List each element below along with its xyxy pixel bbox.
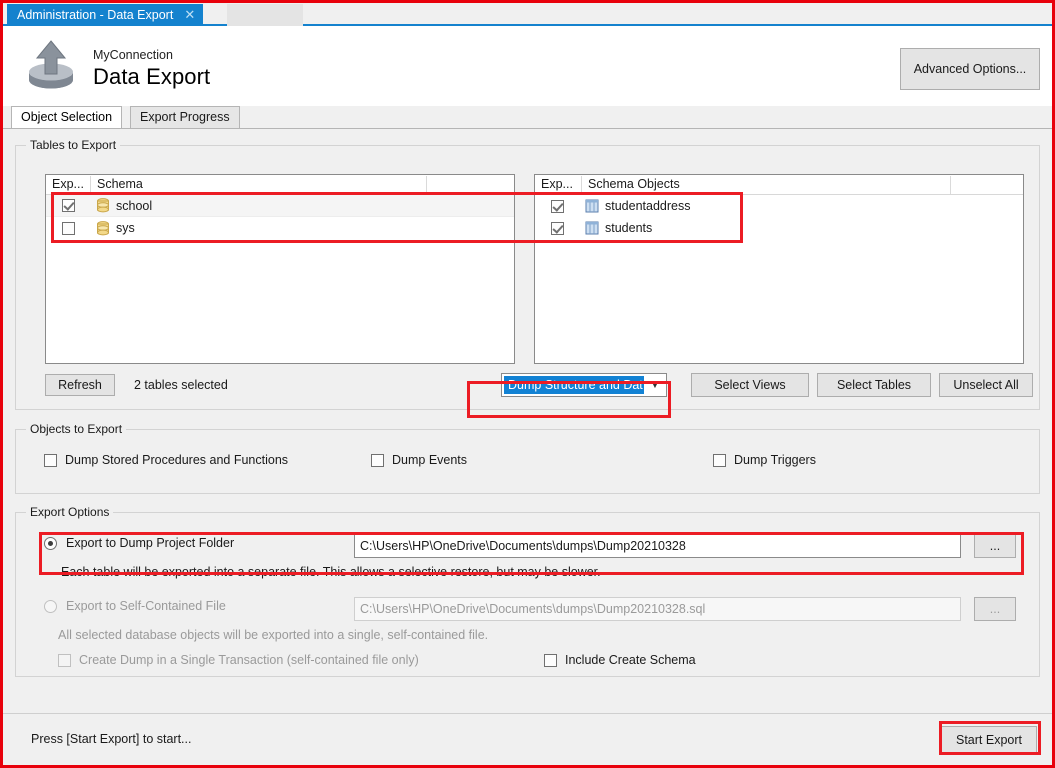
tab-object-selection[interactable]: Object Selection <box>11 106 123 128</box>
dump-type-value: Dump Structure and Dat <box>504 376 644 394</box>
editor-tab-label: Administration - Data Export <box>17 8 174 22</box>
checkbox-icon[interactable] <box>61 199 75 212</box>
self-contained-file-path-input[interactable]: C:\Users\HP\OneDrive\Documents\dumps\Dum… <box>354 597 961 621</box>
table-icon <box>579 199 605 213</box>
tab-bar: Object Selection Export Progress <box>3 106 1052 128</box>
objects-list-header: Exp... Schema Objects <box>535 175 1023 195</box>
checkbox-icon[interactable] <box>61 221 75 235</box>
export-options-group: Export Options Export to Dump Project Fo… <box>15 505 1040 677</box>
dump-events-label: Dump Events <box>392 453 468 467</box>
advanced-options-button[interactable]: Advanced Options... <box>900 48 1040 90</box>
table-icon <box>579 221 605 235</box>
editor-tab-administration-data-export[interactable]: Administration - Data Export ✕ <box>7 4 204 26</box>
object-name: studentaddress <box>605 199 691 213</box>
schema-row-checkbox-cell[interactable] <box>46 199 90 212</box>
export-to-folder-label: Export to Dump Project Folder <box>66 536 235 550</box>
database-icon <box>90 220 116 236</box>
schema-objects-list[interactable]: Exp... Schema Objects studentaddress stu… <box>534 174 1024 364</box>
objects-to-export-group: Objects to Export Dump Stored Procedures… <box>15 422 1040 494</box>
schema-list-header: Exp... Schema <box>46 175 514 195</box>
dump-folder-path-input[interactable]: C:\Users\HP\OneDrive\Documents\dumps\Dum… <box>354 534 961 558</box>
column-header-schema-objects[interactable]: Schema Objects <box>582 175 680 194</box>
single-transaction-label: Create Dump in a Single Transaction (sel… <box>79 653 419 667</box>
schema-row-checkbox-cell[interactable] <box>46 221 90 235</box>
close-icon[interactable]: ✕ <box>184 9 195 22</box>
checkbox-icon[interactable] <box>550 221 564 235</box>
unselect-all-button[interactable]: Unselect All <box>939 373 1033 397</box>
object-selection-panel: Tables to Export Exp... Schema school sy… <box>3 128 1052 713</box>
folder-option-hint: Each table will be exported into a separ… <box>61 565 601 579</box>
export-to-dump-project-folder-radio[interactable]: Export to Dump Project Folder <box>44 536 234 550</box>
column-header-export[interactable]: Exp... <box>535 175 581 194</box>
connection-name: MyConnection <box>93 48 173 62</box>
editor-tabstrip: Administration - Data Export ✕ <box>3 3 1052 26</box>
column-header-export[interactable]: Exp... <box>46 175 90 194</box>
start-export-button[interactable]: Start Export <box>941 726 1037 754</box>
checkbox-icon[interactable] <box>58 653 71 667</box>
include-create-schema-checkbox[interactable]: Include Create Schema <box>544 653 696 667</box>
dump-type-select[interactable]: Dump Structure and Dat ▼ <box>501 373 667 397</box>
chevron-down-icon[interactable]: ▼ <box>644 380 666 390</box>
object-name: students <box>605 221 653 235</box>
data-export-upload-icon <box>23 38 79 92</box>
refresh-button[interactable]: Refresh <box>45 374 115 396</box>
checkbox-icon[interactable] <box>371 453 384 467</box>
browse-folder-button[interactable]: ... <box>974 534 1016 558</box>
selection-status-label: 2 tables selected <box>134 378 228 392</box>
select-views-button[interactable]: Select Views <box>691 373 809 397</box>
checkbox-icon[interactable] <box>44 453 57 467</box>
object-row-checkbox-cell[interactable] <box>535 221 579 235</box>
table-row[interactable]: sys <box>46 217 514 239</box>
tabstrip-empty-area <box>227 4 303 26</box>
database-icon <box>90 198 116 213</box>
checkbox-icon[interactable] <box>544 653 557 667</box>
table-row[interactable]: school <box>46 195 514 217</box>
dump-events-checkbox[interactable]: Dump Events <box>371 453 467 467</box>
export-options-legend: Export Options <box>26 505 114 519</box>
table-row[interactable]: students <box>535 217 1023 239</box>
checkbox-icon[interactable] <box>713 453 726 467</box>
schema-list[interactable]: Exp... Schema school sys <box>45 174 515 364</box>
page-title: Data Export <box>93 64 211 89</box>
schema-name: sys <box>116 221 135 235</box>
object-row-checkbox-cell[interactable] <box>535 199 579 213</box>
tables-to-export-legend: Tables to Export <box>26 138 121 152</box>
dump-stored-procedures-checkbox[interactable]: Dump Stored Procedures and Functions <box>44 453 288 467</box>
export-to-self-contained-file-radio[interactable]: Export to Self-Contained File <box>44 599 226 613</box>
status-bar: Press [Start Export] to start... Start E… <box>3 713 1052 765</box>
table-row[interactable]: studentaddress <box>535 195 1023 217</box>
checkbox-icon[interactable] <box>550 199 564 213</box>
select-tables-button[interactable]: Select Tables <box>817 373 931 397</box>
create-dump-single-transaction-checkbox[interactable]: Create Dump in a Single Transaction (sel… <box>58 653 419 667</box>
browse-file-button[interactable]: ... <box>974 597 1016 621</box>
dump-triggers-label: Dump Triggers <box>734 453 816 467</box>
radio-icon[interactable] <box>44 536 57 550</box>
dump-triggers-checkbox[interactable]: Dump Triggers <box>713 453 816 467</box>
dump-stored-procedures-label: Dump Stored Procedures and Functions <box>65 453 289 467</box>
objects-to-export-legend: Objects to Export <box>26 422 127 436</box>
tables-to-export-group: Tables to Export Exp... Schema school sy… <box>15 138 1040 410</box>
tab-export-progress[interactable]: Export Progress <box>130 106 240 128</box>
file-option-hint: All selected database objects will be ex… <box>58 628 489 642</box>
status-message: Press [Start Export] to start... <box>31 732 192 746</box>
data-export-window: Administration - Data Export ✕ MyConnect… <box>0 0 1055 768</box>
schema-name: school <box>116 198 153 213</box>
column-header-schema[interactable]: Schema <box>91 175 143 194</box>
include-create-schema-label: Include Create Schema <box>565 653 696 667</box>
page-header: MyConnection Data Export Advanced Option… <box>3 26 1052 106</box>
export-to-file-label: Export to Self-Contained File <box>66 599 226 613</box>
radio-icon[interactable] <box>44 599 57 613</box>
